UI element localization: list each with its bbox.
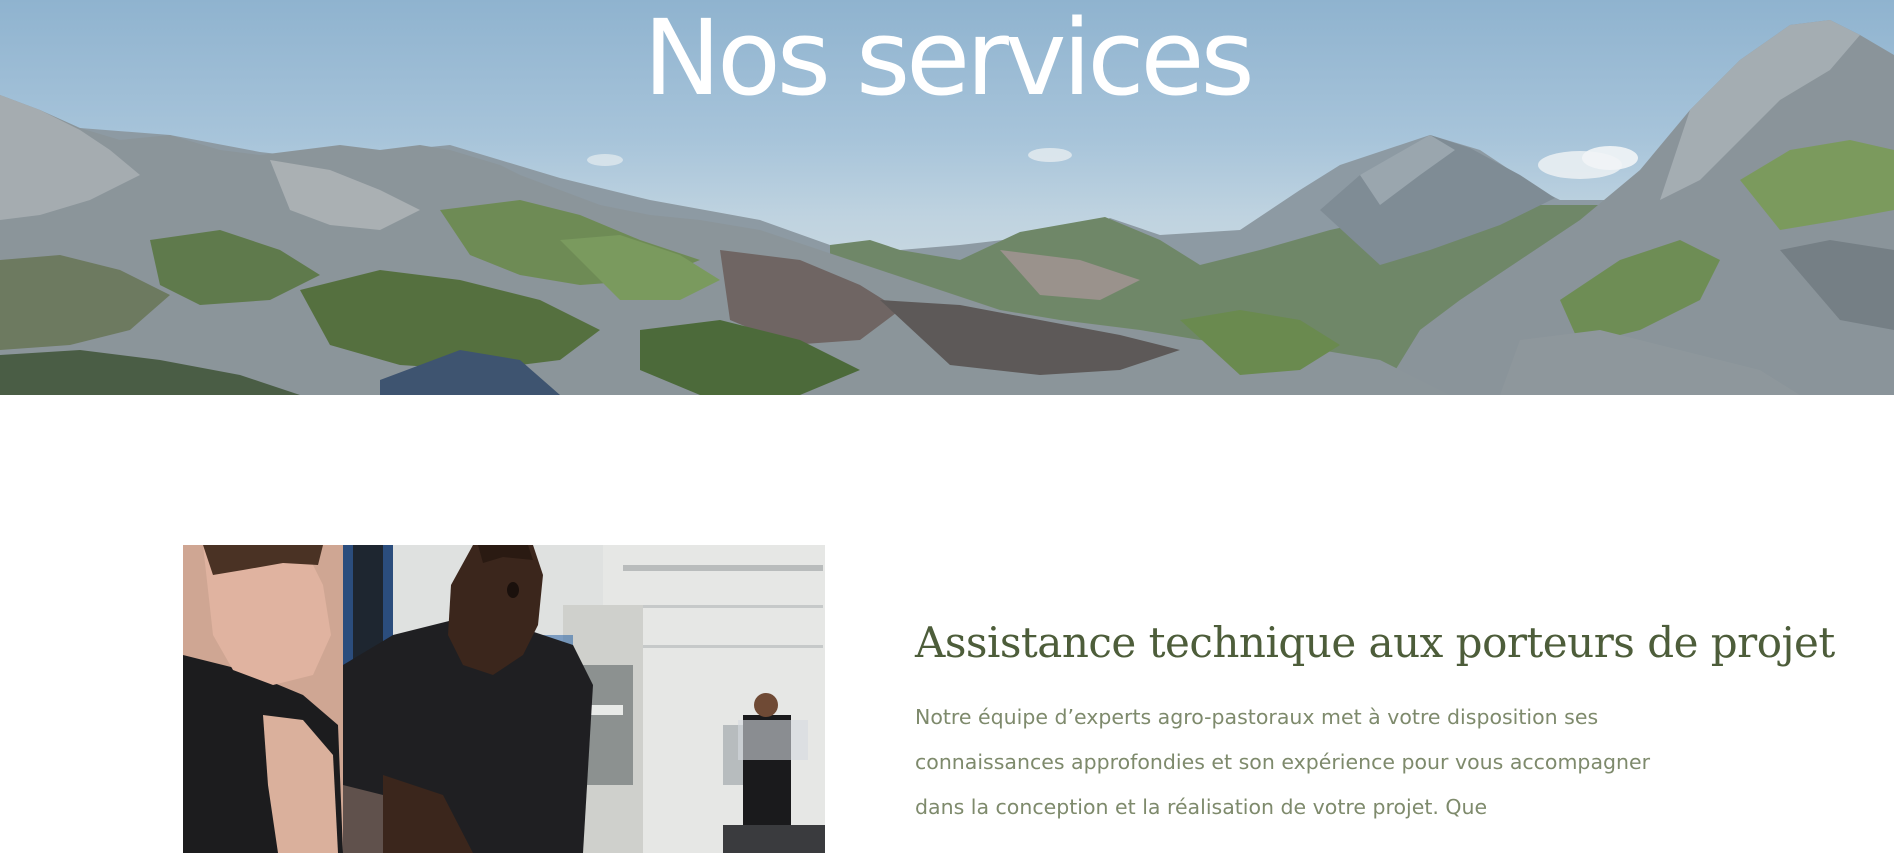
technicians-workshop-image xyxy=(183,545,825,853)
service-section: Assistance technique aux porteurs de pro… xyxy=(0,395,1894,853)
service-text-block: Assistance technique aux porteurs de pro… xyxy=(915,615,1835,830)
hero-banner: Nos services xyxy=(0,0,1894,395)
service-photo xyxy=(183,545,825,853)
service-description: Notre équipe d’experts agro-pastoraux me… xyxy=(915,705,1651,819)
page-title: Nos services xyxy=(643,0,1254,119)
service-title: Assistance technique aux porteurs de pro… xyxy=(915,618,1835,667)
